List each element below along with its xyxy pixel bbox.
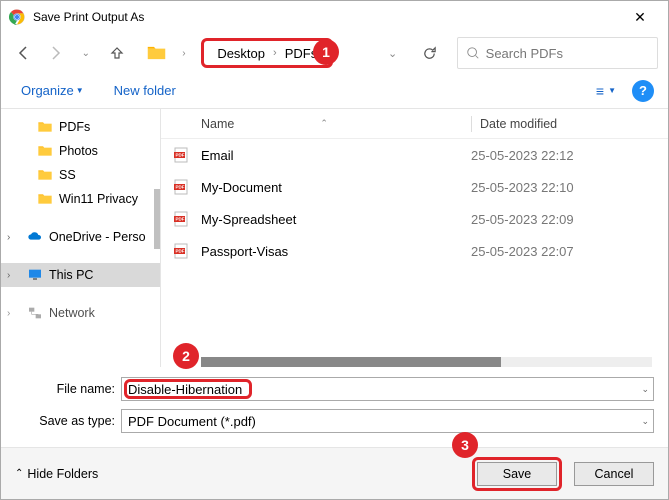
- savetype-label: Save as type:: [11, 414, 121, 428]
- chevron-right-icon[interactable]: ›: [7, 232, 10, 243]
- chevron-down-icon: ▼: [608, 86, 616, 95]
- network-icon: [27, 305, 43, 321]
- svg-text:PDF: PDF: [176, 153, 185, 158]
- callout-3: 3: [452, 432, 478, 458]
- chevron-right-icon[interactable]: ›: [7, 308, 10, 319]
- pdf-icon: PDF: [173, 211, 189, 227]
- history-dropdown[interactable]: ⌄: [379, 39, 406, 67]
- nav-row: ⌄ › Desktop › PDFs 1 ⌄ Search PDFs: [1, 33, 668, 73]
- back-button[interactable]: [11, 39, 38, 67]
- sidebar-item-photos[interactable]: Photos: [1, 139, 160, 163]
- file-row[interactable]: PDF Email 25-05-2023 22:12: [161, 139, 668, 171]
- file-list: Name ⌃ Date modified PDF Email 25-05-202…: [161, 109, 668, 367]
- svg-text:PDF: PDF: [176, 217, 185, 222]
- sidebar-item-win11[interactable]: Win11 Privacy: [1, 187, 160, 211]
- svg-text:PDF: PDF: [176, 249, 185, 254]
- hide-folders-button[interactable]: ⌃ Hide Folders: [15, 467, 98, 481]
- sort-asc-icon: ⌃: [320, 118, 328, 129]
- list-icon: ≡: [596, 83, 604, 99]
- callout-1: 1: [313, 39, 339, 65]
- scrollbar-thumb[interactable]: [201, 357, 501, 367]
- folder-icon: [37, 167, 53, 183]
- toolbar: Organize ▼ New folder ≡ ▼ ?: [1, 73, 668, 109]
- save-button[interactable]: Save: [477, 462, 557, 486]
- sidebar: PDFs Photos SS Win11 Privacy › OneDrive …: [1, 109, 161, 367]
- savetype-select[interactable]: PDF Document (*.pdf) ⌄: [121, 409, 654, 433]
- chevron-right-icon: ›: [273, 47, 277, 59]
- recent-dropdown[interactable]: ⌄: [72, 39, 99, 67]
- svg-text:PDF: PDF: [176, 185, 185, 190]
- search-placeholder: Search PDFs: [486, 46, 563, 61]
- filename-label: File name:: [11, 382, 121, 396]
- search-input[interactable]: Search PDFs: [457, 37, 658, 69]
- cloud-icon: [27, 229, 43, 245]
- titlebar: Save Print Output As ✕: [1, 1, 668, 33]
- search-icon: [466, 46, 480, 60]
- organize-button[interactable]: Organize ▼: [15, 79, 90, 102]
- pdf-icon: PDF: [173, 179, 189, 195]
- sidebar-item-pdfs[interactable]: PDFs: [1, 115, 160, 139]
- column-headers: Name ⌃ Date modified: [161, 109, 668, 139]
- cancel-button[interactable]: Cancel: [574, 462, 654, 486]
- file-row[interactable]: PDF My-Document 25-05-2023 22:10: [161, 171, 668, 203]
- main-area: PDFs Photos SS Win11 Privacy › OneDrive …: [1, 109, 668, 367]
- horizontal-scrollbar[interactable]: [201, 357, 652, 367]
- footer: ⌃ Hide Folders 3 Save Cancel: [1, 447, 668, 499]
- column-date[interactable]: Date modified: [472, 117, 668, 131]
- sidebar-item-thispc[interactable]: › This PC: [1, 263, 160, 287]
- monitor-icon: [27, 267, 43, 283]
- crumb-desktop[interactable]: Desktop: [213, 44, 269, 63]
- form-area: File name: Disable-Hibernation Disable-H…: [1, 367, 668, 447]
- chevron-down-icon: ▼: [76, 86, 84, 95]
- chevron-down-icon[interactable]: ⌄: [641, 416, 649, 427]
- sidebar-item-onedrive[interactable]: › OneDrive - Perso: [1, 225, 160, 249]
- forward-button[interactable]: [42, 39, 69, 67]
- filename-input[interactable]: Disable-Hibernation Disable-Hibernation …: [121, 377, 654, 401]
- file-row[interactable]: PDF My-Spreadsheet 25-05-2023 22:09: [161, 203, 668, 235]
- window-title: Save Print Output As: [33, 10, 620, 24]
- help-button[interactable]: ?: [632, 80, 654, 102]
- chevron-up-icon: ⌃: [15, 468, 23, 479]
- file-row[interactable]: PDF Passport-Visas 25-05-2023 22:07: [161, 235, 668, 267]
- chevron-right-icon[interactable]: ›: [7, 270, 10, 281]
- folder-icon: [37, 191, 53, 207]
- sidebar-scrollbar[interactable]: [154, 189, 160, 249]
- pdf-icon: PDF: [173, 147, 189, 163]
- sidebar-item-ss[interactable]: SS: [1, 163, 160, 187]
- folder-icon: [37, 119, 53, 135]
- folder-icon: [146, 42, 167, 64]
- view-menu[interactable]: ≡ ▼: [590, 79, 622, 103]
- up-button[interactable]: [103, 39, 130, 67]
- folder-icon: [37, 143, 53, 159]
- chevron-down-icon[interactable]: ⌄: [641, 384, 649, 395]
- save-dialog: Save Print Output As ✕ ⌄ › Desktop › PDF…: [0, 0, 669, 500]
- close-button[interactable]: ✕: [620, 1, 660, 33]
- address-bar[interactable]: Desktop › PDFs: [208, 38, 326, 68]
- refresh-button[interactable]: [416, 39, 443, 67]
- pdf-icon: PDF: [173, 243, 189, 259]
- column-name[interactable]: Name ⌃: [161, 117, 471, 131]
- sidebar-item-network[interactable]: › Network: [1, 301, 160, 325]
- chrome-icon: [9, 9, 25, 25]
- save-highlight: Save: [472, 457, 562, 491]
- callout-2: 2: [173, 343, 199, 369]
- path-dropdown[interactable]: ›: [171, 39, 198, 67]
- new-folder-button[interactable]: New folder: [108, 79, 182, 102]
